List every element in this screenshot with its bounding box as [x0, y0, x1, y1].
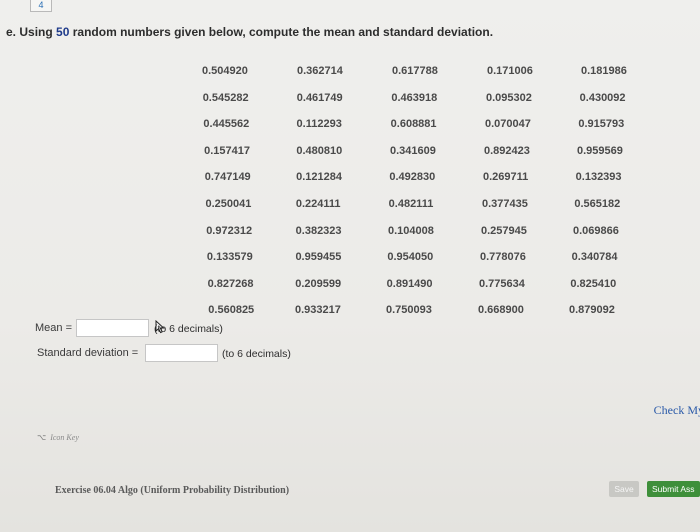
number-cell: 0.565182 [574, 198, 621, 210]
question-text-after: random numbers given below, compute the … [72, 25, 494, 39]
number-cell: 0.340784 [571, 251, 618, 264]
number-cell: 0.954050 [387, 251, 434, 264]
mean-label: Mean = [35, 322, 72, 334]
key-icon: ⌥ [37, 433, 47, 442]
question-count: 50 [56, 25, 70, 39]
number-cell: 0.827268 [207, 277, 254, 290]
number-cell: 0.121284 [296, 171, 342, 184]
number-cell: 0.181986 [581, 65, 627, 77]
number-cell: 0.104008 [388, 224, 434, 237]
number-cell: 0.608881 [390, 118, 437, 131]
stdev-label: Standard deviation = [37, 347, 139, 359]
save-button[interactable]: Save [609, 481, 639, 497]
number-cell: 0.362714 [297, 65, 343, 77]
number-cell: 0.492830 [389, 171, 436, 184]
number-cell: 0.617788 [392, 65, 438, 77]
number-cell: 0.070047 [485, 118, 531, 131]
number-cell: 0.504920 [202, 65, 248, 77]
number-cell: 0.959569 [577, 144, 623, 157]
number-cell: 0.747149 [204, 171, 251, 184]
number-cell: 0.382323 [295, 224, 342, 237]
number-cell: 0.224111 [295, 198, 341, 210]
question-tab-marker[interactable]: 4 [30, 0, 52, 12]
number-cell: 0.825410 [570, 277, 617, 290]
number-cell: 0.879092 [569, 304, 615, 317]
number-cell: 0.133579 [206, 251, 253, 264]
number-cell: 0.775634 [479, 277, 525, 290]
number-cell: 0.463918 [391, 91, 438, 104]
number-cell: 0.668900 [478, 304, 524, 317]
number-cell: 0.461749 [296, 91, 343, 104]
number-cell: 0.560825 [208, 304, 255, 317]
number-cell: 0.341609 [390, 144, 436, 157]
stdev-input[interactable] [145, 344, 218, 362]
number-cell: 0.377435 [482, 198, 528, 210]
icon-key-link[interactable]: ⌥ Icon Key [37, 433, 79, 442]
number-cell: 0.959455 [295, 251, 342, 264]
number-cell: 0.257945 [481, 224, 527, 237]
number-cell: 0.157417 [204, 144, 250, 157]
number-cell: 0.915793 [578, 118, 625, 131]
check-my-work-link[interactable]: Check My [654, 403, 700, 418]
number-cell: 0.892423 [484, 144, 530, 157]
number-cell: 0.445562 [203, 118, 250, 131]
number-cell: 0.482111 [388, 198, 434, 210]
question-text-before: Using [19, 25, 53, 39]
question-prompt: e. Using 50 random numbers given below, … [6, 25, 493, 39]
number-cell: 0.250041 [205, 198, 252, 210]
number-cell: 0.269711 [483, 171, 529, 184]
question-letter: e. [6, 25, 17, 39]
number-cell: 0.972312 [206, 224, 253, 237]
number-cell: 0.545282 [202, 91, 249, 104]
number-cell: 0.171006 [487, 65, 533, 77]
number-cell: 0.480810 [296, 144, 343, 157]
number-cell: 0.778076 [480, 251, 526, 264]
number-cell: 0.933217 [295, 304, 341, 317]
mean-hint: (to 6 decimals) [154, 323, 223, 335]
number-cell: 0.430092 [579, 91, 626, 104]
number-cell: 0.209599 [295, 277, 342, 290]
number-cell: 0.112293 [296, 118, 342, 131]
number-cell: 0.891490 [386, 277, 433, 290]
number-cell: 0.095302 [486, 91, 532, 104]
submit-assignment-button[interactable]: Submit Ass [647, 481, 700, 497]
exercise-title: Exercise 06.04 Algo (Uniform Probability… [55, 485, 290, 496]
stdev-hint: (to 6 decimals) [222, 348, 291, 360]
icon-key-label: Icon Key [50, 433, 79, 442]
number-cell: 0.069866 [573, 224, 619, 237]
number-cell: 0.132393 [575, 171, 622, 184]
mean-input[interactable] [76, 319, 149, 337]
number-cell: 0.750093 [386, 304, 432, 317]
